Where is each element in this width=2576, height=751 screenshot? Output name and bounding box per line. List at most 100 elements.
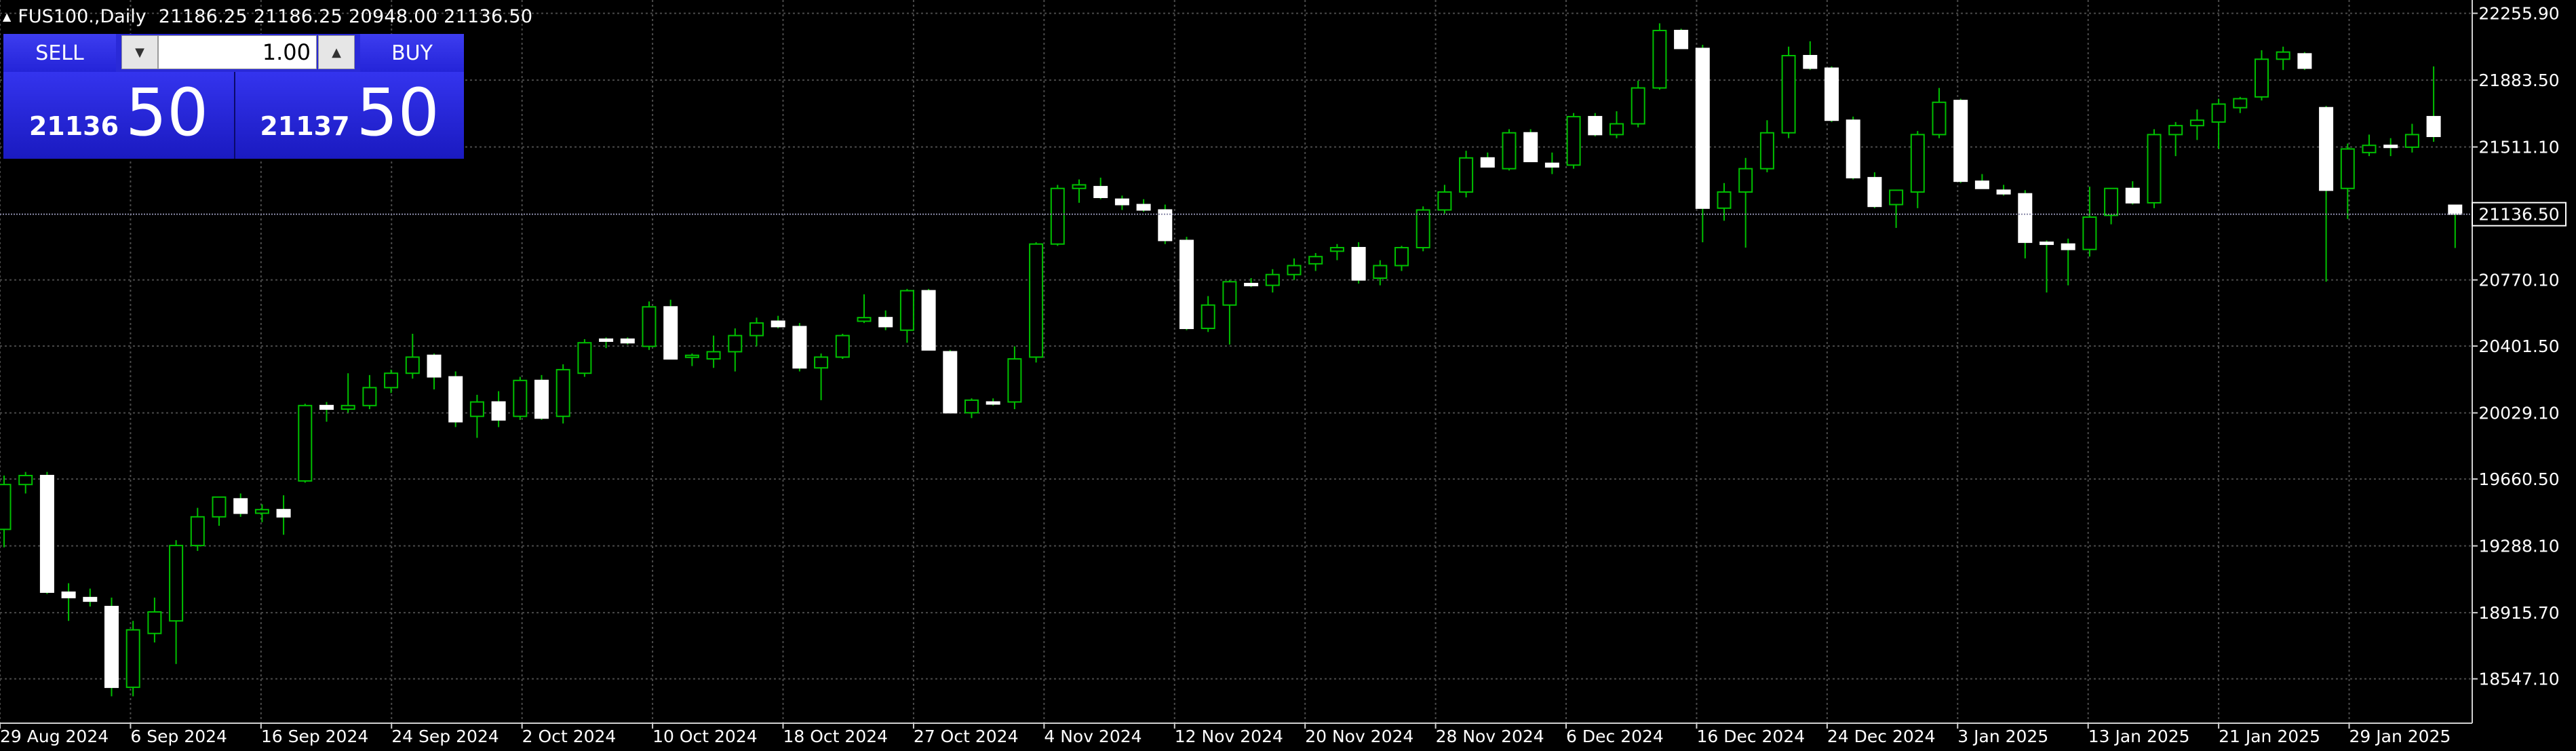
candle-body-up bbox=[1459, 157, 1474, 193]
candle-body-down bbox=[2448, 204, 2463, 215]
sell-button[interactable]: SELL bbox=[3, 34, 116, 72]
candle bbox=[1781, 46, 1796, 138]
lot-decrease-button[interactable]: ▼ bbox=[121, 35, 158, 69]
candle-body-down bbox=[921, 290, 936, 351]
candle bbox=[1093, 177, 1108, 199]
candle bbox=[319, 402, 334, 422]
candle-body-down bbox=[770, 320, 785, 328]
candle bbox=[1244, 278, 1259, 288]
candle bbox=[555, 364, 570, 424]
candle-body-down bbox=[2297, 53, 2312, 69]
candle-body-up bbox=[1416, 209, 1430, 249]
sell-price-quote[interactable]: 21136 50 bbox=[3, 72, 234, 159]
candle-body-up bbox=[1029, 243, 1044, 358]
candle-body-down bbox=[427, 354, 442, 378]
symbol-title: FUS100.,Daily bbox=[18, 5, 147, 27]
candle-body-down bbox=[1136, 204, 1151, 211]
candle bbox=[1287, 258, 1302, 280]
candle bbox=[2404, 123, 2419, 153]
time-axis-label: 10 Oct 2024 bbox=[652, 727, 758, 746]
candle bbox=[2448, 204, 2463, 248]
candle-body-down bbox=[1824, 67, 1839, 121]
candle-body-up bbox=[190, 516, 205, 547]
candle bbox=[104, 597, 119, 697]
candle-body-up bbox=[1329, 247, 1344, 252]
candle-body-up bbox=[469, 401, 484, 417]
time-axis-label: 16 Dec 2024 bbox=[1696, 727, 1805, 746]
candle-body-up bbox=[384, 372, 399, 389]
candle-body-down bbox=[276, 509, 291, 518]
candle bbox=[276, 495, 291, 535]
candle-body-down bbox=[2426, 115, 2441, 138]
sell-price-points: 50 bbox=[125, 75, 209, 151]
candle-body-up bbox=[2404, 134, 2419, 148]
candle bbox=[1588, 113, 1603, 137]
candle bbox=[469, 394, 484, 438]
candle bbox=[298, 404, 313, 483]
candle-body-up bbox=[684, 354, 699, 358]
candle-body-up bbox=[1201, 304, 1215, 330]
candle-body-up bbox=[298, 404, 313, 482]
lot-size-input[interactable] bbox=[158, 35, 317, 69]
candle bbox=[39, 471, 54, 594]
candle-body-up bbox=[1631, 87, 1645, 125]
candle bbox=[233, 493, 248, 517]
candle bbox=[1609, 111, 1624, 138]
candle-body-up bbox=[835, 334, 850, 358]
candle bbox=[1953, 98, 1968, 183]
buy-button[interactable]: BUY bbox=[360, 34, 464, 72]
candle-body-up bbox=[555, 368, 570, 417]
candle bbox=[2168, 121, 2183, 157]
candle-body-down bbox=[2125, 187, 2140, 204]
time-axis-label: 13 Jan 2025 bbox=[2088, 727, 2190, 746]
candle-body-up bbox=[728, 334, 743, 353]
candle-body-down bbox=[1953, 100, 1968, 182]
candle bbox=[2426, 66, 2441, 142]
candle bbox=[1974, 174, 1989, 189]
candle bbox=[1846, 116, 1860, 180]
candle-body-up bbox=[1287, 265, 1302, 275]
candle-body-up bbox=[340, 404, 355, 410]
time-axis-label: 24 Dec 2024 bbox=[1827, 727, 1936, 746]
candle bbox=[728, 328, 743, 372]
candle bbox=[2125, 181, 2140, 205]
candle bbox=[2147, 129, 2162, 208]
candle bbox=[2233, 96, 2248, 113]
candle-body-up bbox=[964, 399, 979, 414]
candle-body-down bbox=[663, 306, 678, 360]
candle bbox=[1201, 296, 1215, 332]
triangle-up-icon[interactable]: ▲ bbox=[3, 10, 11, 23]
candle bbox=[2362, 134, 2377, 157]
candle-body-up bbox=[1759, 132, 1774, 170]
candle bbox=[1652, 23, 1667, 90]
candle-body-up bbox=[1437, 191, 1452, 211]
lot-size-control: ▼ ▲ bbox=[116, 34, 360, 72]
candle bbox=[1480, 152, 1495, 168]
candle-body-up bbox=[1394, 247, 1409, 267]
candle bbox=[1717, 182, 1732, 221]
candle bbox=[1996, 185, 2011, 196]
candle-body-down bbox=[83, 596, 98, 602]
candle bbox=[1459, 151, 1474, 197]
candle-body-down bbox=[1803, 55, 1818, 69]
buy-price-quote[interactable]: 21137 50 bbox=[235, 72, 464, 159]
candle bbox=[1738, 157, 1753, 248]
candle-body-up bbox=[2233, 98, 2248, 109]
candle bbox=[1910, 131, 1925, 208]
candle bbox=[964, 398, 979, 419]
candle bbox=[362, 374, 377, 410]
candle bbox=[1523, 129, 1538, 163]
candle-body-up bbox=[1889, 189, 1904, 206]
candle bbox=[684, 353, 699, 366]
candle-body-up bbox=[1717, 191, 1732, 209]
lot-increase-button[interactable]: ▲ bbox=[318, 35, 355, 69]
price-tick-label: 20029.10 bbox=[2478, 404, 2559, 423]
candle-body-down bbox=[1114, 198, 1129, 206]
candle-body-up bbox=[642, 306, 657, 347]
time-axis-label: 4 Nov 2024 bbox=[1044, 727, 1141, 746]
candle bbox=[147, 597, 162, 642]
time-axis-label: 27 Oct 2024 bbox=[914, 727, 1019, 746]
candle bbox=[642, 301, 657, 350]
candle bbox=[1308, 252, 1323, 271]
candle-body-up bbox=[1222, 281, 1237, 306]
